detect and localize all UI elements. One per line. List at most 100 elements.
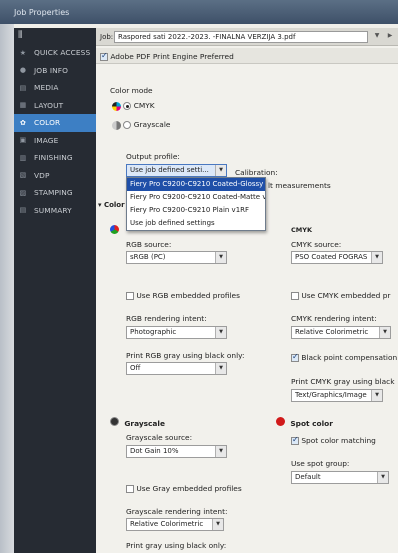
chevron-down-icon[interactable]: ▼ <box>372 32 382 42</box>
sidebar-item-color[interactable]: ✿ COLOR <box>14 114 96 132</box>
chevron-down-icon: ▼ <box>215 252 226 263</box>
grayscale-intent-label: Grayscale rendering intent: <box>126 507 228 516</box>
cmyk-gray-value: Text/Graphics/Images <box>295 391 367 399</box>
finishing-icon: ▥ <box>19 153 27 162</box>
stamping-icon: ▨ <box>19 188 27 197</box>
star-icon: ★ <box>19 48 27 57</box>
sidebar-item-image[interactable]: ▣ IMAGE <box>14 132 96 150</box>
chevron-down-icon: ▼ <box>212 519 223 530</box>
cmyk-embedded-option[interactable]: Use CMYK embedded pr <box>291 291 390 300</box>
chevron-down-icon: ▼ <box>215 165 226 176</box>
sidebar-item-finishing[interactable]: ▥ FINISHING <box>14 149 96 167</box>
sidebar-item-label: IMAGE <box>34 135 59 145</box>
window-titlebar: Job Properties <box>0 0 398 24</box>
spot-group-select[interactable]: Default ▼ <box>291 471 389 484</box>
chevron-down-icon: ▼ <box>379 327 390 338</box>
dropdown-option[interactable]: Use job defined settings <box>127 217 265 230</box>
cmyk-gray-select[interactable]: Text/Graphics/Images ▼ <box>291 389 383 402</box>
dropdown-option[interactable]: Fiery Pro C9200-C9210 Coated-Glossy v1RF <box>127 178 265 191</box>
sidebar-collapse-icon[interactable]: ⦀ <box>14 28 96 44</box>
chevron-down-icon: ▼ <box>215 327 226 338</box>
rgb-embedded-option[interactable]: Use RGB embedded profiles <box>126 291 240 300</box>
output-profile-label: Output profile: <box>126 152 180 161</box>
spot-group-value: Default <box>295 473 321 481</box>
rgb-icon <box>110 225 119 234</box>
summary-icon: ▤ <box>19 206 27 215</box>
grayscale-intent-value: Relative Colorimetric <box>130 520 204 528</box>
color-mode-grayscale-option[interactable]: Grayscale <box>112 120 170 130</box>
sidebar-item-label: JOB INFO <box>34 65 68 75</box>
cmyk-radio[interactable] <box>123 102 132 110</box>
cmyk-intent-label: CMYK rendering intent: <box>291 314 377 323</box>
rgb-intent-value: Photographic <box>130 328 177 336</box>
dropdown-option[interactable]: Fiery Pro C9200-C9210 Plain v1RF <box>127 204 265 217</box>
rgb-gray-select[interactable]: Off ▼ <box>126 362 227 375</box>
job-select[interactable]: Raspored sati 2022.-2023. -FINALNA VERZI… <box>114 31 368 43</box>
spot-matching-label: Spot color matching <box>301 436 376 445</box>
chevron-down-icon: ▼ <box>215 446 226 457</box>
cmyk-bpc-option[interactable]: Black point compensation <box>291 352 398 362</box>
job-label: Job: <box>100 33 114 41</box>
cmyk-gray-label: Print CMYK gray using black <box>291 377 395 386</box>
job-bar: Job: Raspored sati 2022.-2023. -FINALNA … <box>96 28 398 46</box>
chevron-right-icon[interactable]: ▶ <box>385 32 395 42</box>
output-profile-dropdown: Fiery Pro C9200-C9210 Coated-Glossy v1RF… <box>126 177 266 231</box>
grayscale-embedded-option[interactable]: Use Gray embedded profiles <box>126 484 242 493</box>
vdp-icon: ▧ <box>19 171 27 180</box>
rgb-embedded-checkbox[interactable] <box>126 292 134 300</box>
sidebar-item-layout[interactable]: ▦ LAYOUT <box>14 97 96 115</box>
sidebar-item-vdp[interactable]: ▧ VDP <box>14 167 96 185</box>
output-profile-select[interactable]: Use job defined setti... ▼ <box>126 164 227 177</box>
media-icon: ▤ <box>19 83 27 92</box>
cmyk-source-select[interactable]: PSO Coated FOGRAS... ▼ <box>291 251 383 264</box>
grayscale-mode-icon <box>112 120 121 130</box>
sidebar-item-label: FINISHING <box>34 153 73 163</box>
cmyk-embedded-checkbox[interactable] <box>291 292 299 300</box>
grayscale-label: Grayscale <box>133 120 171 129</box>
pdf-engine-label: Adobe PDF Print Engine Preferred <box>110 52 234 61</box>
color-mode-label: Color mode <box>110 86 153 95</box>
spot-matching-checkbox[interactable] <box>291 435 299 445</box>
pdf-engine-row: Adobe PDF Print Engine Preferred <box>96 48 398 64</box>
spot-matching-option[interactable]: Spot color matching <box>291 435 376 445</box>
calibration-measurements-text: lt measurements <box>268 181 331 190</box>
sidebar-item-label: QUICK ACCESS <box>34 48 91 58</box>
layout-icon: ▦ <box>19 101 27 110</box>
dropdown-option[interactable]: Fiery Pro C9200-C9210 Coated-Matte v1RF <box>127 191 265 204</box>
sidebar-item-stamping[interactable]: ▨ STAMPING <box>14 184 96 202</box>
sidebar-item-job-info[interactable]: ● JOB INFO <box>14 62 96 80</box>
grayscale-embedded-checkbox[interactable] <box>126 485 134 493</box>
cmyk-label: CMYK <box>133 101 155 110</box>
sidebar-item-summary[interactable]: ▤ SUMMARY <box>14 202 96 220</box>
cmyk-bpc-label: Black point compensation <box>301 353 398 362</box>
rgb-source-select[interactable]: sRGB (PC) ▼ <box>126 251 227 264</box>
color-input-header: ▾ Color <box>98 201 125 209</box>
cmyk-bpc-checkbox[interactable] <box>291 352 299 362</box>
chevron-down-icon: ▼ <box>371 252 382 263</box>
sidebar-item-label: COLOR <box>34 118 61 128</box>
grayscale-icon <box>110 417 119 426</box>
info-icon: ● <box>19 66 27 75</box>
sidebar-item-label: MEDIA <box>34 83 59 93</box>
output-profile-value: Use job defined setti... <box>130 166 209 174</box>
color-icon: ✿ <box>20 118 26 127</box>
cmyk-header: CMYK <box>291 226 312 234</box>
grayscale-gray-label: Print gray using black only: <box>126 541 227 550</box>
rgb-intent-select[interactable]: Photographic ▼ <box>126 326 227 339</box>
sidebar-item-quick-access[interactable]: ★ QUICK ACCESS <box>14 44 96 62</box>
sidebar-item-label: VDP <box>34 170 50 180</box>
sidebar-item-media[interactable]: ▤ MEDIA <box>14 79 96 97</box>
pdf-engine-checkbox[interactable] <box>100 51 108 61</box>
grayscale-source-select[interactable]: Dot Gain 10% ▼ <box>126 445 227 458</box>
cmyk-intent-select[interactable]: Relative Colorimetric ▼ <box>291 326 391 339</box>
sidebar-item-label: SUMMARY <box>34 205 72 215</box>
cmyk-icon <box>112 101 121 111</box>
cmyk-source-value: PSO Coated FOGRAS... <box>295 253 367 261</box>
rgb-intent-label: RGB rendering intent: <box>126 314 207 323</box>
grayscale-intent-select[interactable]: Relative Colorimetric ▼ <box>126 518 224 531</box>
sidebar: ⦀ ★ QUICK ACCESS ● JOB INFO ▤ MEDIA ▦ LA… <box>14 28 96 553</box>
color-mode-cmyk-option[interactable]: CMYK <box>112 101 155 111</box>
chevron-down-icon: ▼ <box>215 363 226 374</box>
rgb-source-label: RGB source: <box>126 240 172 249</box>
grayscale-radio[interactable] <box>123 121 132 129</box>
